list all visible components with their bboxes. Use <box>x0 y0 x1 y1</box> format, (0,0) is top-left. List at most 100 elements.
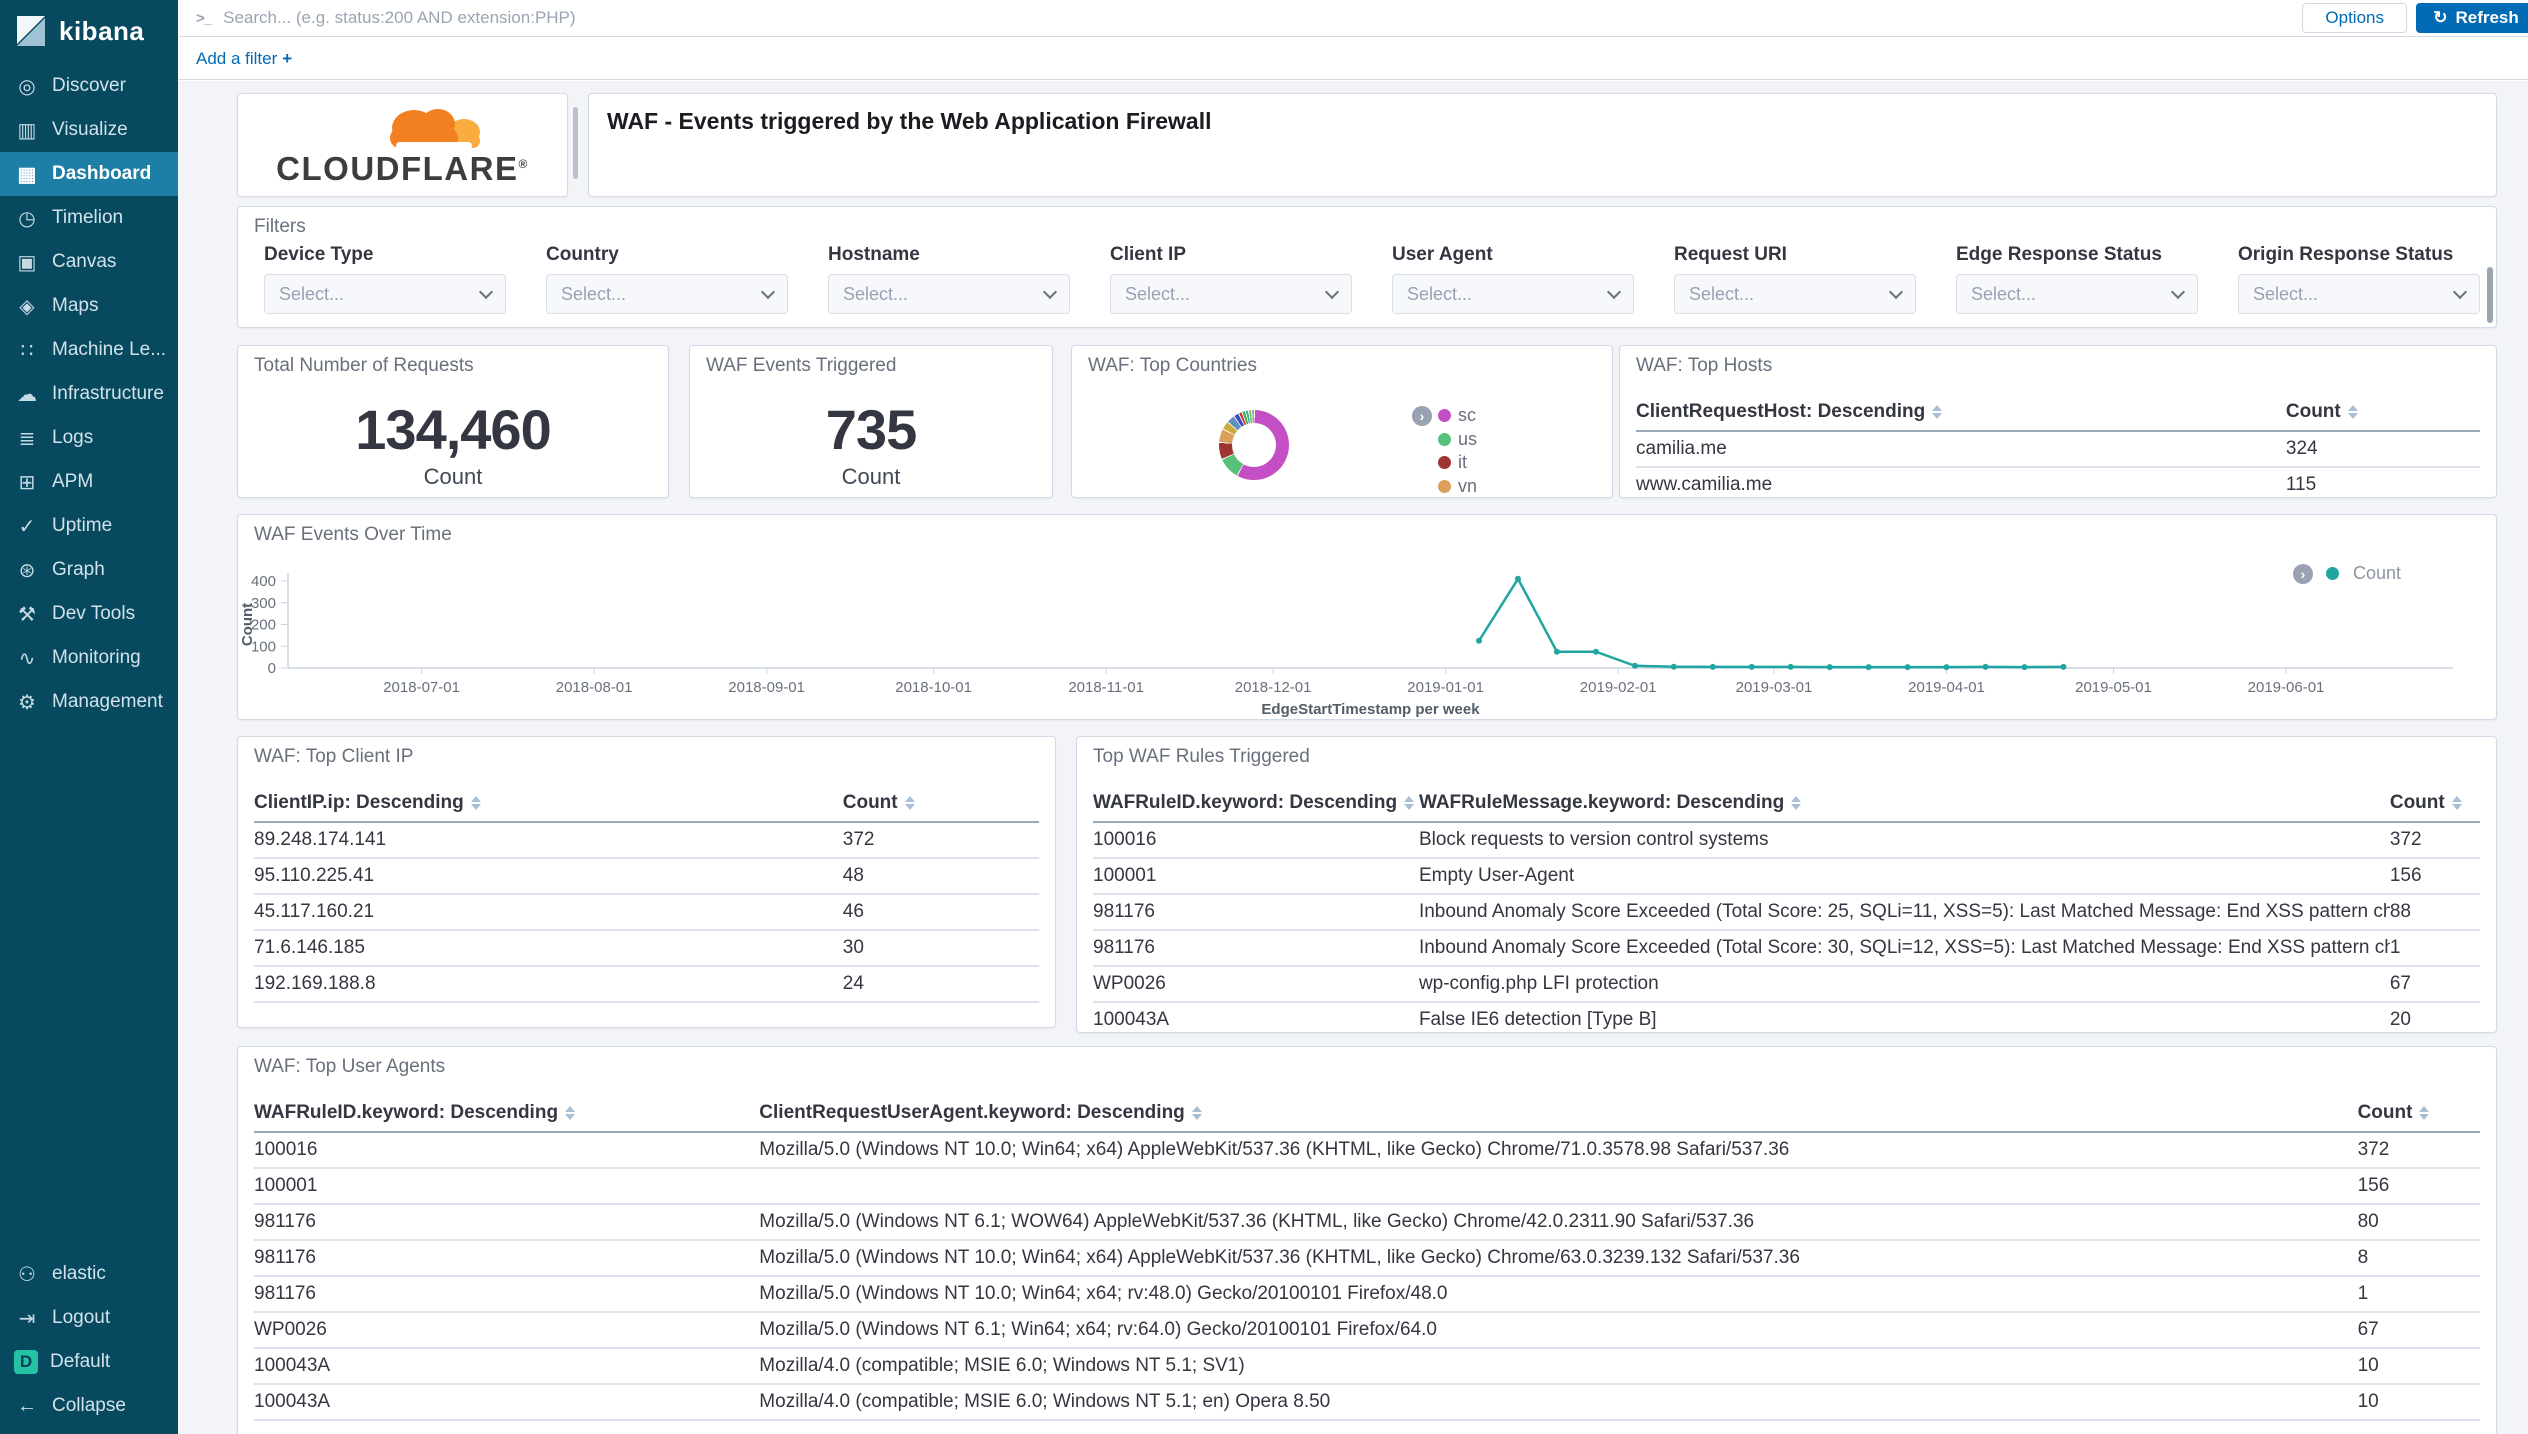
events-over-time-panel: WAF Events Over Time 01002003004002018-0… <box>237 514 2497 720</box>
filter-select-user-agent[interactable]: Select... <box>1392 274 1634 314</box>
filter-select-client-ip[interactable]: Select... <box>1110 274 1352 314</box>
sidebar-item-dashboard[interactable]: ▦Dashboard <box>0 152 178 196</box>
sidebar-item-discover[interactable]: ◎Discover <box>0 64 178 108</box>
column-header[interactable]: WAFRuleMessage.keyword: Descending <box>1419 790 2390 822</box>
column-header[interactable]: ClientRequestHost: Descending <box>1636 399 2286 431</box>
legend-expand-icon[interactable]: › <box>1412 406 1432 426</box>
column-header[interactable]: Count <box>2358 1100 2480 1132</box>
sidebar-item-uptime[interactable]: ✓Uptime <box>0 504 178 548</box>
sidebar-nav: ◎Discover▥Visualize▦Dashboard◷Timelion▣C… <box>0 64 178 724</box>
table-row[interactable]: www.camilia.me115 <box>1636 467 2480 498</box>
column-header[interactable]: WAFRuleID.keyword: Descending <box>1093 790 1419 822</box>
collapse-icon: ← <box>14 1395 40 1418</box>
sidebar-item-apm[interactable]: ⊞APM <box>0 460 178 504</box>
filter-select-country[interactable]: Select... <box>546 274 788 314</box>
table-row[interactable]: 981176Mozilla/5.0 (Windows NT 10.0; Win6… <box>254 1276 2480 1312</box>
sidebar-item-graph[interactable]: ⊛Graph <box>0 548 178 592</box>
column-header[interactable]: ClientIP.ip: Descending <box>254 790 843 822</box>
table-row[interactable]: 95.110.225.4148 <box>254 858 1039 894</box>
column-header[interactable]: WAFRuleID.keyword: Descending <box>254 1100 759 1132</box>
table-row[interactable]: 981176Mozilla/5.0 (Windows NT 6.1; WOW64… <box>254 1204 2480 1240</box>
sidebar-item-machine-le[interactable]: ∷Machine Le... <box>0 328 178 372</box>
sidebar-item-logs[interactable]: ≣Logs <box>0 416 178 460</box>
top-client-ip-panel: WAF: Top Client IP ClientIP.ip: Descendi… <box>237 736 1056 1028</box>
table-row[interactable]: 981176Inbound Anomaly Score Exceeded (To… <box>1093 894 2480 930</box>
column-header[interactable]: Count <box>2390 790 2480 822</box>
countries-legend: ›scusitvn <box>1412 404 1477 498</box>
sort-icon <box>1192 1106 1202 1120</box>
filter-select-edge-response-status[interactable]: Select... <box>1956 274 2198 314</box>
visualize-icon: ▥ <box>14 118 40 143</box>
legend-item[interactable]: ›sc <box>1412 404 1477 428</box>
sidebar-item-management[interactable]: ⚙Management <box>0 680 178 724</box>
column-header[interactable]: Count <box>2286 399 2480 431</box>
legend-expand-icon[interactable]: › <box>2293 564 2313 584</box>
filter-bar: Add a filter+ <box>178 38 2528 80</box>
search-input[interactable] <box>223 8 2528 28</box>
legend-color-dot <box>1438 456 1451 469</box>
filter-label-client-ip: Client IP <box>1110 244 1352 266</box>
table-row[interactable]: 89.248.174.141372 <box>254 822 1039 858</box>
table-row[interactable]: 981176Mozilla/5.0 (Windows NT 10.0; Win6… <box>254 1240 2480 1276</box>
filters-panel: Filters Device TypeSelect...CountrySelec… <box>237 206 2497 328</box>
scrollbar[interactable] <box>2487 267 2493 323</box>
sidebar-item-canvas[interactable]: ▣Canvas <box>0 240 178 284</box>
space-default-badge: D <box>14 1350 38 1374</box>
filter-select-request-uri[interactable]: Select... <box>1674 274 1916 314</box>
table-row[interactable]: WP0026wp-config.php LFI protection67 <box>1093 966 2480 1002</box>
table-row[interactable]: 981176Inbound Anomaly Score Exceeded (To… <box>1093 930 2480 966</box>
add-filter-button[interactable]: Add a filter+ <box>196 49 292 69</box>
table-row[interactable]: 100001156 <box>254 1168 2480 1204</box>
chevron-down-icon <box>1043 284 1057 298</box>
filter-select-device-type[interactable]: Select... <box>264 274 506 314</box>
filter-select-origin-response-status[interactable]: Select... <box>2238 274 2480 314</box>
sidebar-item-collapse[interactable]: ←Collapse <box>0 1384 178 1428</box>
table-row[interactable]: 192.169.188.824 <box>254 966 1039 1002</box>
chart-legend[interactable]: › Count <box>2293 563 2401 584</box>
chevron-down-icon <box>1889 284 1903 298</box>
sidebar-item-monitoring[interactable]: ∿Monitoring <box>0 636 178 680</box>
user-icon: ⚇ <box>14 1262 40 1287</box>
sidebar-item-infrastructure[interactable]: ☁Infrastructure <box>0 372 178 416</box>
table-row[interactable]: 100001Empty User-Agent156 <box>1093 858 2480 894</box>
column-header[interactable]: ClientRequestUserAgent.keyword: Descendi… <box>759 1100 2357 1132</box>
refresh-button[interactable]: ↻ Refresh <box>2416 3 2528 33</box>
filter-select-hostname[interactable]: Select... <box>828 274 1070 314</box>
options-button[interactable]: Options <box>2302 3 2407 33</box>
panel-resize-handle[interactable] <box>573 107 578 179</box>
table-row[interactable]: 100043AMozilla/4.0 (compatible; MSIE 6.0… <box>254 1384 2480 1420</box>
table-row[interactable]: 71.6.146.18530 <box>254 930 1039 966</box>
sort-icon <box>2419 1106 2429 1120</box>
sidebar-item-elastic[interactable]: ⚇elastic <box>0 1252 178 1296</box>
table-row[interactable]: WP0026Mozilla/5.0 (Windows NT 6.1; Win64… <box>254 1312 2480 1348</box>
legend-item[interactable]: vn <box>1412 475 1477 499</box>
kibana-logo[interactable]: kibana <box>0 0 178 62</box>
waf-events-panel: WAF Events Triggered 735 Count <box>689 345 1053 498</box>
events-over-time-chart[interactable]: 01002003004002018-07-012018-08-012018-09… <box>238 515 2497 720</box>
svg-text:0: 0 <box>268 660 276 677</box>
table-row[interactable]: camilia.me324 <box>1636 431 2480 467</box>
sidebar-item-dev-tools[interactable]: ⚒Dev Tools <box>0 592 178 636</box>
countries-donut-chart[interactable] <box>1219 410 1289 480</box>
sidebar-item-timelion[interactable]: ◷Timelion <box>0 196 178 240</box>
filter-field-device-type: Device TypeSelect... <box>264 244 506 314</box>
sidebar-item-default[interactable]: DDefault <box>0 1340 178 1384</box>
table-row[interactable]: 100016Block requests to version control … <box>1093 822 2480 858</box>
maps-icon: ◈ <box>14 294 40 319</box>
filter-field-edge-response-status: Edge Response StatusSelect... <box>1956 244 2198 314</box>
svg-text:2018-07-01: 2018-07-01 <box>383 679 460 696</box>
legend-item[interactable]: it <box>1412 451 1477 475</box>
sidebar-item-logout[interactable]: ⇥Logout <box>0 1296 178 1340</box>
query-prompt-icon: >_ <box>196 10 211 27</box>
sidebar-item-maps[interactable]: ◈Maps <box>0 284 178 328</box>
legend-item[interactable]: us <box>1412 428 1477 452</box>
sidebar-item-visualize[interactable]: ▥Visualize <box>0 108 178 152</box>
sort-icon <box>1932 405 1942 419</box>
filter-label-user-agent: User Agent <box>1392 244 1634 266</box>
infrastructure-icon: ☁ <box>14 382 40 407</box>
column-header[interactable]: Count <box>843 790 1039 822</box>
table-row[interactable]: 100043AMozilla/4.0 (compatible; MSIE 6.0… <box>254 1348 2480 1384</box>
table-row[interactable]: 100043AFalse IE6 detection [Type B]20 <box>1093 1002 2480 1033</box>
table-row[interactable]: 100016Mozilla/5.0 (Windows NT 10.0; Win6… <box>254 1132 2480 1168</box>
table-row[interactable]: 45.117.160.2146 <box>254 894 1039 930</box>
